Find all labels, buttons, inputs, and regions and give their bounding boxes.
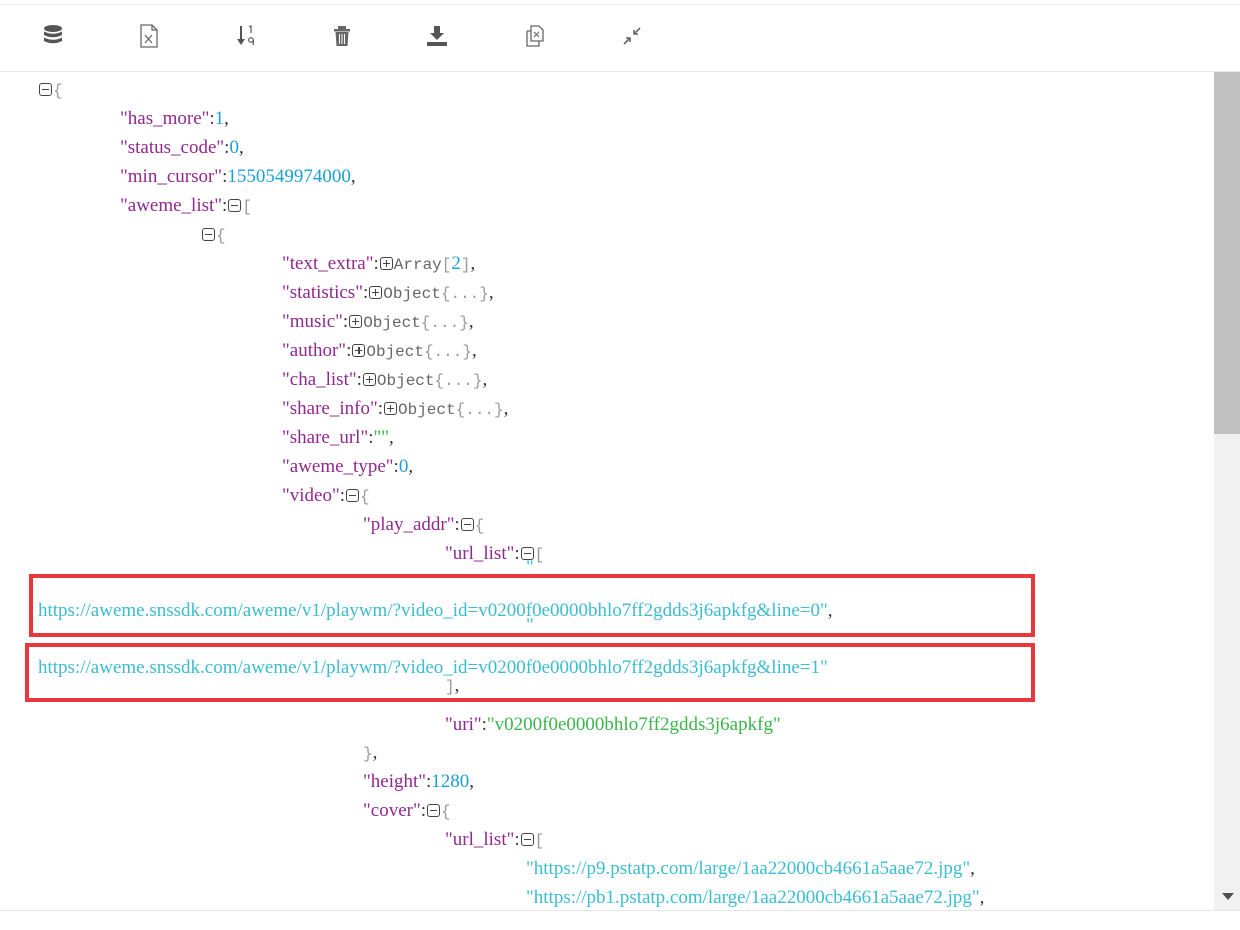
json-line-play-addr-close: }, [363,742,378,763]
collapse-icon[interactable] [619,23,645,49]
expand-toggle-icon[interactable] [384,402,397,415]
scrollbar-thumb[interactable] [1214,72,1240,434]
collapse-toggle-icon[interactable] [520,833,534,846]
json-line-url-list-close: ], [445,675,460,697]
json-line-text-extra: "text_extra": Array[2], [282,253,476,274]
json-line-cover: "cover":{ [363,800,451,821]
json-line-music: "music": Object{...}, [282,311,474,332]
json-line-cha-list: "cha_list": Object{...}, [282,369,488,390]
json-line-root: { [38,75,63,104]
json-line-height: "height":1280, [363,771,475,792]
collapse-toggle-icon[interactable] [460,518,474,531]
json-line-aweme-type: "aweme_type":0, [282,456,414,477]
json-line-url-0: https://aweme.snssdk.com/aweme/v1/playwm… [38,600,833,621]
json-line-cover-url-list: "url_list":[ [445,829,545,850]
json-line-min-cursor: "min_cursor":1550549974000, [120,166,356,187]
expand-toggle-icon[interactable] [362,373,376,386]
video-url-link-1[interactable]: https://aweme.snssdk.com/aweme/v1/playwm… [38,657,828,678]
url-open-quote: " [526,615,534,636]
json-line-url-1: https://aweme.snssdk.com/aweme/v1/playwm… [38,653,828,682]
json-line-video: "video":{ [282,485,370,506]
json-line-aweme-list: "aweme_list":[ [120,195,252,216]
json-line-cover-url-1: "https://pb1.pstatp.com/large/1aa22000cb… [526,887,985,908]
cover-url-link-0[interactable]: "https://p9.pstatp.com/large/1aa22000cb4… [526,858,970,879]
collapse-toggle-icon[interactable] [228,199,242,212]
json-line-share-url: "share_url":"", [282,427,394,448]
delete-icon[interactable] [329,23,355,49]
excel-export-icon[interactable] [136,23,162,49]
json-line-cover-url-0: "https://p9.pstatp.com/large/1aa22000cb4… [526,858,975,879]
collapse-toggle-icon[interactable] [427,804,440,817]
collapse-toggle-icon[interactable] [39,83,52,96]
json-viewer: { "has_more":1, "status_code":0, "min_cu… [0,72,1214,910]
vertical-scrollbar[interactable] [1214,72,1240,910]
bottom-border [0,910,1240,911]
json-line-uri: "uri":"v0200f0e0000bhlo7ff2gdds3j6apkfg" [445,714,781,735]
download-icon[interactable] [424,23,450,49]
url-open-quote: " [526,557,534,578]
expand-toggle-icon[interactable] [352,344,366,357]
json-line-share-info: "share_info": Object{...}, [282,398,509,419]
json-line-author: "author": Object{...}, [282,340,477,361]
expand-toggle-icon[interactable] [369,286,383,299]
json-line-has-more: "has_more":1, [120,108,229,129]
cover-url-link-1[interactable]: "https://pb1.pstatp.com/large/1aa22000cb… [526,887,980,908]
scroll-down-arrow-icon[interactable] [1222,893,1234,900]
collapse-toggle-icon[interactable] [346,489,360,502]
database-icon[interactable] [40,23,66,49]
json-line-status-code: "status_code":0, [120,137,244,158]
expand-toggle-icon[interactable] [349,315,363,328]
json-line-play-addr: "play_addr":{ [363,514,485,535]
sort-icon[interactable] [233,23,259,49]
copy-icon[interactable] [522,23,548,49]
collapse-toggle-icon[interactable] [202,228,215,241]
json-line-item-open: { [201,220,226,249]
json-line-statistics: "statistics": Object{...}, [282,282,494,303]
json-toolbar [0,5,1240,72]
expand-toggle-icon[interactable] [379,257,393,270]
video-url-link-0[interactable]: https://aweme.snssdk.com/aweme/v1/playwm… [38,600,828,621]
